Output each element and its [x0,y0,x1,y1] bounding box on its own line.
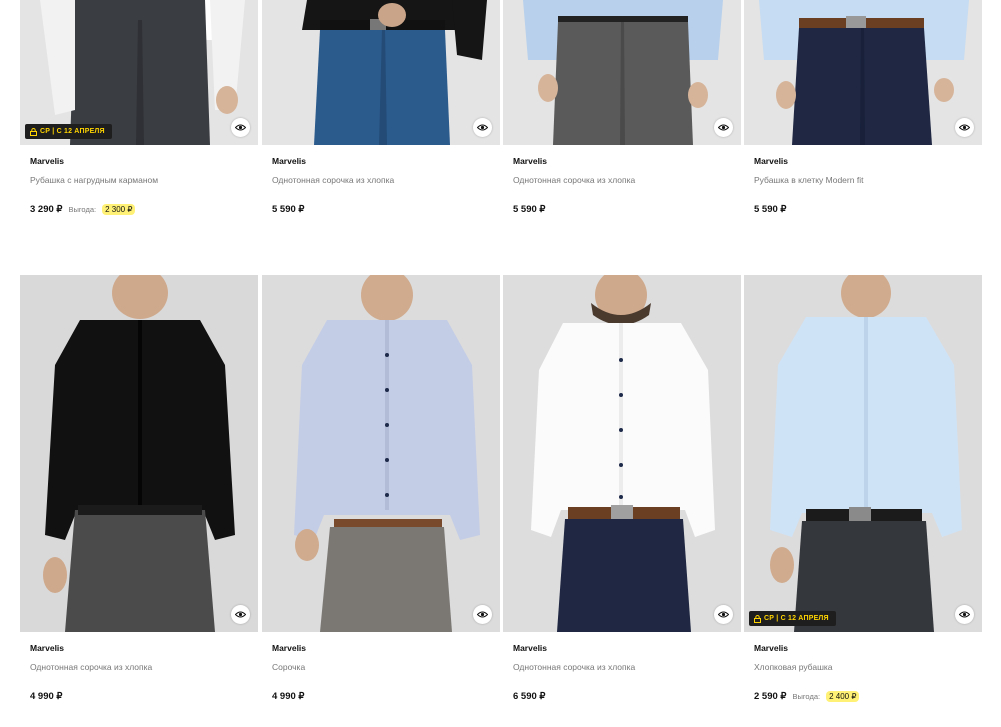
product-brand[interactable]: Marvelis [754,643,982,653]
product-title[interactable]: Однотонная сорочка из хлопка [272,175,500,185]
price-row: 5 590 ₽ [754,204,982,215]
price-row: 2 590 ₽ Выгода: 2 400 ₽ [754,691,982,702]
product-title[interactable]: Хлопковая рубашка [754,662,982,672]
product-photo[interactable]: СР | С 12 АПРЕЛЯ [744,275,982,632]
price-row: 4 990 ₽ [272,691,500,702]
benefit-amount: 2 400 ₽ [826,691,860,702]
badge-text: СР | С 12 АПРЕЛЯ [764,615,829,622]
eye-icon [959,611,970,618]
lock-icon [754,614,761,623]
quick-view-button[interactable] [231,605,250,624]
product-image [744,275,982,632]
product-brand[interactable]: Marvelis [754,156,982,166]
product-photo[interactable]: СР | С 12 АПРЕЛЯ [20,0,258,145]
product-title[interactable]: Однотонная сорочка из хлопка [513,175,741,185]
product-title[interactable]: Рубашка с нагрудным карманом [30,175,258,185]
product-image [262,0,500,145]
promo-badge: СР | С 12 АПРЕЛЯ [749,611,836,626]
product-photo[interactable] [262,0,500,145]
badge-text: СР | С 12 АПРЕЛЯ [40,128,105,135]
product-title[interactable]: Рубашка в клетку Modern fit [754,175,982,185]
eye-icon [718,611,729,618]
price-row: 5 590 ₽ [272,204,500,215]
product-image [503,0,741,145]
product-card[interactable]: Marvelis Однотонная сорочка из хлопка 5 … [503,0,741,215]
lock-icon [30,127,37,136]
product-image [503,275,741,632]
product-price: 6 590 ₽ [513,691,546,702]
product-brand[interactable]: Marvelis [30,156,258,166]
benefit-label: Выгода: [792,692,821,701]
product-price: 4 990 ₽ [272,691,305,702]
product-card[interactable]: Marvelis Однотонная сорочка из хлопка 4 … [20,275,258,702]
product-price: 4 990 ₽ [30,691,63,702]
eye-icon [235,124,246,131]
product-brand[interactable]: Marvelis [30,643,258,653]
eye-icon [235,611,246,618]
eye-icon [477,124,488,131]
product-card[interactable]: Marvelis Сорочка 4 990 ₽ [262,275,500,702]
price-row: 4 990 ₽ [30,691,258,702]
eye-icon [959,124,970,131]
product-card[interactable]: СР | С 12 АПРЕЛЯ Marvelis Хлопковая руба… [744,275,982,702]
product-brand[interactable]: Marvelis [272,643,500,653]
product-photo[interactable] [262,275,500,632]
quick-view-button[interactable] [473,118,492,137]
benefit-label: Выгода: [68,205,97,214]
quick-view-button[interactable] [473,605,492,624]
product-photo[interactable] [20,275,258,632]
product-brand[interactable]: Marvelis [272,156,500,166]
price-row: 5 590 ₽ [513,204,741,215]
product-brand[interactable]: Marvelis [513,156,741,166]
product-price: 2 590 ₽ [754,691,787,702]
product-card[interactable]: Marvelis Рубашка в клетку Modern fit 5 5… [744,0,982,215]
product-photo[interactable] [744,0,982,145]
product-photo[interactable] [503,0,741,145]
product-image [744,0,982,145]
product-brand[interactable]: Marvelis [513,643,741,653]
promo-badge: СР | С 12 АПРЕЛЯ [25,124,112,139]
product-title[interactable]: Сорочка [272,662,500,672]
quick-view-button[interactable] [714,118,733,137]
product-photo[interactable] [503,275,741,632]
eye-icon [477,611,488,618]
product-image [262,275,500,632]
product-card[interactable]: СР | С 12 АПРЕЛЯ Marvelis Рубашка с нагр… [20,0,258,215]
price-row: 3 290 ₽ Выгода: 2 300 ₽ [30,204,258,215]
eye-icon [718,124,729,131]
quick-view-button[interactable] [231,118,250,137]
quick-view-button[interactable] [714,605,733,624]
price-row: 6 590 ₽ [513,691,741,702]
quick-view-button[interactable] [955,118,974,137]
product-card[interactable]: Marvelis Однотонная сорочка из хлопка 6 … [503,275,741,702]
benefit-amount: 2 300 ₽ [102,204,136,215]
product-title[interactable]: Однотонная сорочка из хлопка [30,662,258,672]
product-image [20,275,258,632]
product-price: 5 590 ₽ [272,204,305,215]
product-price: 3 290 ₽ [30,204,63,215]
product-price: 5 590 ₽ [754,204,787,215]
product-price: 5 590 ₽ [513,204,546,215]
product-grid: СР | С 12 АПРЕЛЯ Marvelis Рубашка с нагр… [0,0,1001,727]
product-card[interactable]: Marvelis Однотонная сорочка из хлопка 5 … [262,0,500,215]
quick-view-button[interactable] [955,605,974,624]
product-title[interactable]: Однотонная сорочка из хлопка [513,662,741,672]
